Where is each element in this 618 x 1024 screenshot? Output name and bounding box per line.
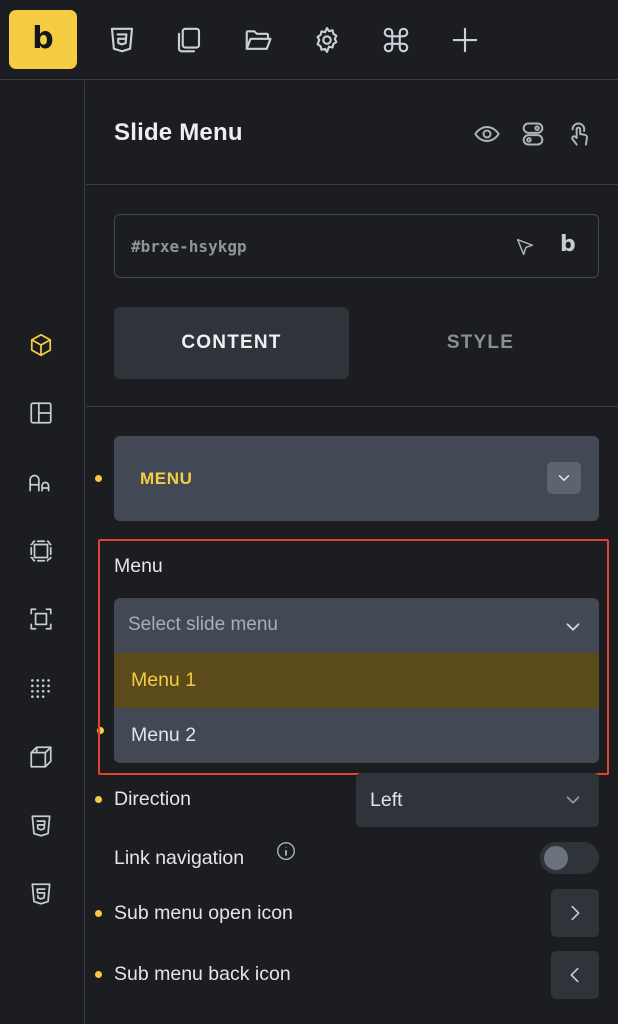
panel-title: Slide Menu [114, 119, 243, 146]
cube-icon[interactable] [25, 329, 57, 361]
menu-group-header[interactable]: MENU [114, 436, 599, 521]
element-panel: Slide Menu #brxe-hsykgp b CONTENT STYLE … [86, 81, 618, 1024]
setting-indicator-dot [95, 971, 102, 978]
link-navigation-label: Link navigation [114, 847, 245, 869]
css3-icon[interactable] [104, 22, 140, 58]
top-toolbar: b [0, 0, 618, 80]
frame-icon[interactable] [25, 535, 57, 567]
info-icon[interactable] [275, 840, 297, 862]
sub-menu-back-icon-label: Sub menu back icon [114, 963, 291, 985]
tab-content[interactable]: CONTENT [114, 307, 349, 379]
menu-select[interactable]: Select slide menu [114, 598, 599, 654]
direction-label: Direction [114, 788, 191, 810]
tab-style[interactable]: STYLE [363, 307, 598, 379]
menu-option[interactable]: Menu 2 [114, 708, 599, 763]
copy-icon[interactable] [171, 22, 207, 58]
chevron-down-icon [562, 789, 584, 811]
dot-grid-icon[interactable] [25, 672, 57, 704]
cursor-arrow-icon[interactable] [512, 234, 538, 260]
toggle-switches-icon[interactable] [518, 119, 548, 149]
chevron-down-icon[interactable] [547, 462, 581, 494]
setting-indicator-dot [97, 727, 104, 734]
setting-indicator-dot [95, 475, 102, 482]
element-id-field[interactable]: #brxe-hsykgp b [114, 214, 599, 278]
chevron-right-icon [571, 905, 580, 921]
selection-icon[interactable] [25, 603, 57, 635]
menu-select-placeholder: Select slide menu [128, 614, 278, 635]
setting-indicator-dot [95, 796, 102, 803]
setting-indicator-dot [95, 910, 102, 917]
chevron-left-icon [570, 967, 579, 983]
sub-menu-open-icon-picker[interactable] [551, 889, 599, 937]
layout-icon[interactable] [25, 397, 57, 429]
css3-icon[interactable] [25, 810, 57, 842]
menu-option[interactable]: Menu 1 [114, 653, 599, 708]
chevron-down-icon [562, 616, 584, 638]
panel-divider [86, 406, 618, 407]
menu-group-label: MENU [140, 469, 193, 488]
folder-open-icon[interactable] [240, 22, 276, 58]
command-icon[interactable] [378, 22, 414, 58]
html5-icon[interactable] [25, 878, 57, 910]
direction-value: Left [370, 789, 403, 811]
typography-icon[interactable] [25, 466, 57, 498]
sub-menu-open-icon-label: Sub menu open icon [114, 902, 293, 924]
sub-menu-back-icon-picker[interactable] [551, 951, 599, 999]
pointer-hand-icon[interactable] [564, 119, 594, 149]
box-3d-icon[interactable] [25, 741, 57, 773]
menu-field-label: Menu [114, 555, 163, 577]
id-badge-button[interactable]: b [560, 232, 576, 257]
panel-header: Slide Menu [86, 81, 618, 185]
direction-select[interactable]: Left [356, 773, 599, 827]
toggle-knob [544, 846, 568, 870]
builder-logo[interactable]: b [9, 10, 77, 69]
link-navigation-toggle[interactable] [540, 842, 599, 874]
element-id-text: #brxe-hsykgp [131, 237, 247, 256]
settings-gear-icon[interactable] [309, 22, 345, 58]
logo-letter: b [32, 21, 54, 56]
eye-icon[interactable] [472, 119, 502, 149]
plus-icon[interactable] [447, 22, 483, 58]
